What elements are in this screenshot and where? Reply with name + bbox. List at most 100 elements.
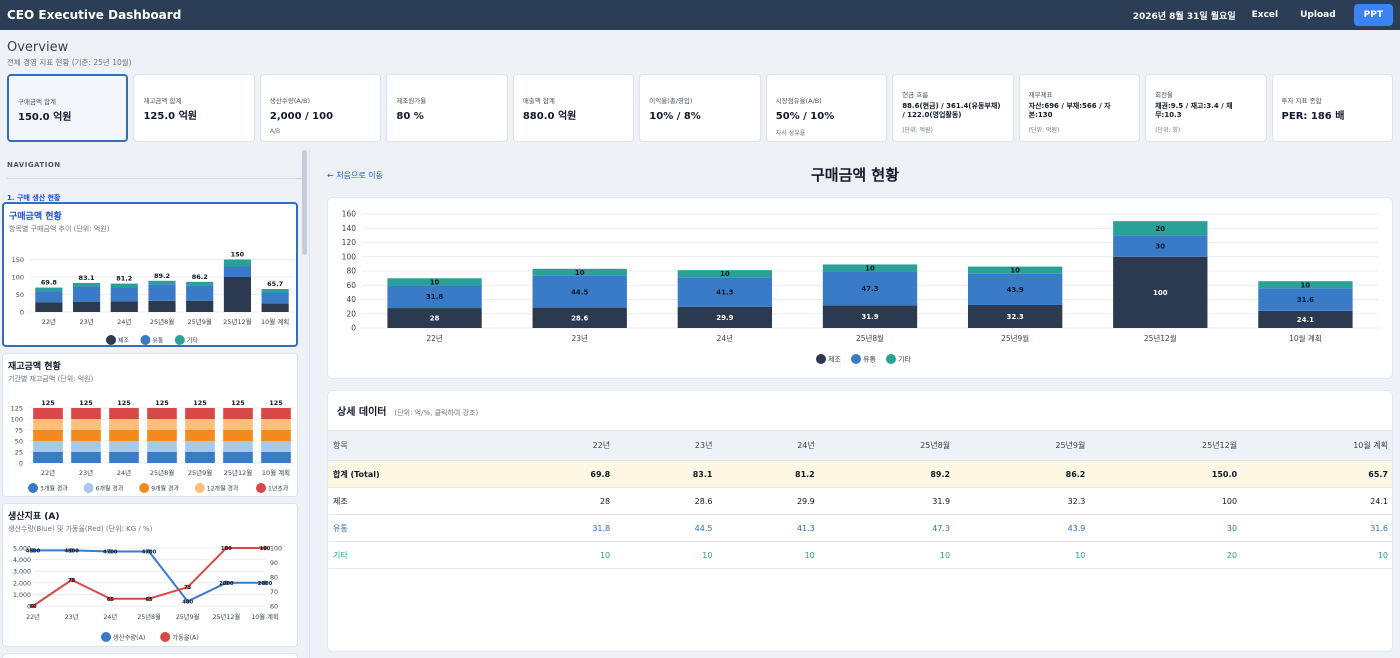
kpi-label: 시장점유율(A/B) xyxy=(775,97,822,105)
table-row[interactable]: 제조 28 28.6 29.9 31.9 32.3 100 24.1 xyxy=(328,487,1392,515)
table-cell: 28 xyxy=(513,487,617,515)
table-header-cell: 25년8월 xyxy=(820,430,957,461)
main-area: NAVIGATION 1. 구매 생산 현황 구매금액 현황 항목별 구매금액 … xyxy=(0,150,1400,658)
legend-label[interactable]: 기타 xyxy=(898,355,911,364)
nav-card-subtitle: 항목별 구매금액 추이 (단위: 억원) xyxy=(9,225,110,233)
bar-segment xyxy=(110,301,138,312)
y-left-tick-label: 1,000 xyxy=(13,592,31,599)
legend-label[interactable]: 유통 xyxy=(152,338,164,345)
bar-segment xyxy=(261,289,289,293)
nav-card-next[interactable] xyxy=(2,653,298,658)
kpi-label: 구매금액 합계 xyxy=(18,98,56,106)
bar-segment xyxy=(33,441,63,452)
segment-data-label: 31.8 xyxy=(426,293,443,301)
table-header-cell: 22년 xyxy=(513,430,617,461)
legend-label[interactable]: 제조 xyxy=(118,337,130,345)
kpi-note: A/B xyxy=(269,127,281,135)
bar-segment xyxy=(33,452,63,463)
kpi-card[interactable]: 회전율 채권:9.5 / 재고:3.4 / 채무:10.3 (단위: 회) xyxy=(1145,74,1267,142)
nav-card-inventory[interactable]: 재고금액 현황 기간별 재고금액 (단위: 억원) 0 25 50 75 100 125 1… xyxy=(2,353,298,497)
nav-card-title: 생산지표 (A) xyxy=(8,512,60,522)
x-tick-label: 23년 xyxy=(79,468,93,477)
excel-button[interactable]: Excel xyxy=(1252,10,1278,20)
point-data-label: 100 xyxy=(221,546,232,552)
y-left-tick-label: 2,000 xyxy=(13,580,31,587)
point-data-label: 73 xyxy=(184,585,192,591)
total-data-label: 86.2 xyxy=(192,273,208,281)
legend-label[interactable]: 제조 xyxy=(828,356,841,364)
y-tick-label: 50 xyxy=(15,438,23,446)
bar-segment xyxy=(71,408,101,419)
legend-label[interactable]: 12개월 경과 xyxy=(207,485,239,493)
nav-card-production[interactable]: 생산지표 (A) 생산수량(Blue) 및 가동율(Red) (단위: KG /… xyxy=(2,503,298,647)
kpi-card[interactable]: 현금 흐름 88.6(현금) / 361.4(유동부채) / 122.0(영업활동… xyxy=(892,74,1014,142)
table-row[interactable]: 유통 31.8 44.5 41.3 47.3 43.9 30 31.6 xyxy=(328,514,1392,542)
bar-segment xyxy=(35,302,63,312)
bar-segment xyxy=(109,419,139,430)
kpi-card[interactable]: 재고금액 합계 125.0 억원 xyxy=(133,74,255,142)
point-data-label: 4700 xyxy=(103,549,118,555)
detail-data-unit: (단위: 억/%, 클릭하여 강조) xyxy=(394,409,479,417)
kpi-label: 재고금액 합계 xyxy=(143,97,182,105)
purchase-mini-chart: 0 50 100 150 69.8 22년 83.1 23년 81.2 24년 89.2 25년8월 8… xyxy=(12,251,294,345)
total-data-label: 69.8 xyxy=(41,279,58,287)
legend-label[interactable]: 생산수량(A) xyxy=(113,633,145,642)
kpi-card[interactable]: 구매금액 합계 150.0 억원 xyxy=(7,74,129,142)
y-tick-label: 0 xyxy=(351,324,356,333)
bar-segment xyxy=(223,277,252,312)
bar-segment xyxy=(261,452,291,463)
kpi-card[interactable]: 매출액 합계 880.0 억원 xyxy=(512,74,635,142)
kpi-value: 2,000 / 100 xyxy=(269,111,334,122)
legend-label[interactable]: 9개월 경과 xyxy=(151,485,179,493)
bar-segment xyxy=(148,280,176,285)
segment-data-label: 100 xyxy=(1153,289,1168,297)
kpi-value: 자산:696 / 부채:566 / 자본:130 xyxy=(1028,102,1111,120)
bar-segment xyxy=(35,287,63,292)
table-cell: 10 xyxy=(956,541,1092,569)
x-tick-label: 10월 계획 xyxy=(262,468,290,477)
legend-label[interactable]: 3개월 경과 xyxy=(40,485,68,493)
legend-label[interactable]: 유통 xyxy=(863,356,876,364)
y-tick-label: 100 xyxy=(12,274,24,282)
nav-card-purchase[interactable]: 구매금액 현황 항목별 구매금액 추이 (단위: 억원) 0 50 100 150 69… xyxy=(2,202,298,347)
kpi-card[interactable]: 제조원가율 80 % xyxy=(386,74,508,142)
segment-data-label: 10 xyxy=(1301,281,1311,289)
table-cell: 24.1 xyxy=(1243,487,1392,515)
bar-segment xyxy=(185,441,215,452)
table-header-cell: 항목 xyxy=(328,430,514,461)
legend-label[interactable]: 1년초과 xyxy=(268,485,289,493)
bar-segment xyxy=(185,419,215,430)
upload-button[interactable]: Upload xyxy=(1300,10,1336,20)
legend-label[interactable]: 6개월 경과 xyxy=(96,485,124,493)
bar-segment xyxy=(33,408,63,419)
bar-segment xyxy=(147,419,177,430)
table-row[interactable]: 합계 (Total) 69.8 83.1 81.2 89.2 86.2 150.0 65.7 xyxy=(328,460,1392,488)
kpi-card[interactable]: 시장점유율(A/B) 50% / 10% 자사 성유율 xyxy=(765,74,888,142)
point-data-label: 60 xyxy=(29,604,37,610)
legend-marker xyxy=(106,335,116,345)
kpi-card[interactable]: 재무제표 자산:696 / 부채:566 / 자본:130 (단위: 억원) xyxy=(1018,74,1141,142)
table-row[interactable]: 기타 10 10 10 10 10 20 10 xyxy=(328,541,1392,569)
table-cell: 69.8 xyxy=(513,460,617,488)
x-tick-label: 22년 xyxy=(42,317,56,326)
ppt-button[interactable]: PPT xyxy=(1353,4,1393,26)
scrollbar-thumb[interactable] xyxy=(302,150,307,255)
kpi-card[interactable]: 이익율(총/영업) 10% / 8% xyxy=(639,74,761,142)
kpi-label: 생산수량(A/B) xyxy=(269,97,311,105)
kpi-value: 채권:9.5 / 재고:3.4 / 채무:10.3 xyxy=(1155,102,1233,120)
x-tick-label: 10월 계획 xyxy=(1289,333,1322,343)
y-left-tick-label: 4,000 xyxy=(13,557,31,564)
sidebar: NAVIGATION 1. 구매 생산 현황 구매금액 현황 항목별 구매금액 … xyxy=(0,150,310,658)
series-line xyxy=(33,549,265,603)
legend-label[interactable]: 기타 xyxy=(187,337,199,345)
sidebar-scrollbar[interactable] xyxy=(302,150,307,658)
kpi-card[interactable]: 투자 지표 종합 PER: 186 배 xyxy=(1271,74,1393,142)
kpi-value: 880.0 억원 xyxy=(522,111,577,122)
x-tick-label: 23년 xyxy=(65,612,79,621)
bar-segment xyxy=(185,430,215,441)
total-data-label: 125 xyxy=(41,399,55,407)
top-bar: CEO Executive Dashboard 2026년 8월 31일 월요일… xyxy=(0,0,1400,30)
kpi-card[interactable]: 생산수량(A/B) 2,000 / 100 A/B xyxy=(259,74,382,142)
legend-label[interactable]: 가동율(A) xyxy=(172,633,199,642)
total-data-label: 65.7 xyxy=(267,280,283,288)
